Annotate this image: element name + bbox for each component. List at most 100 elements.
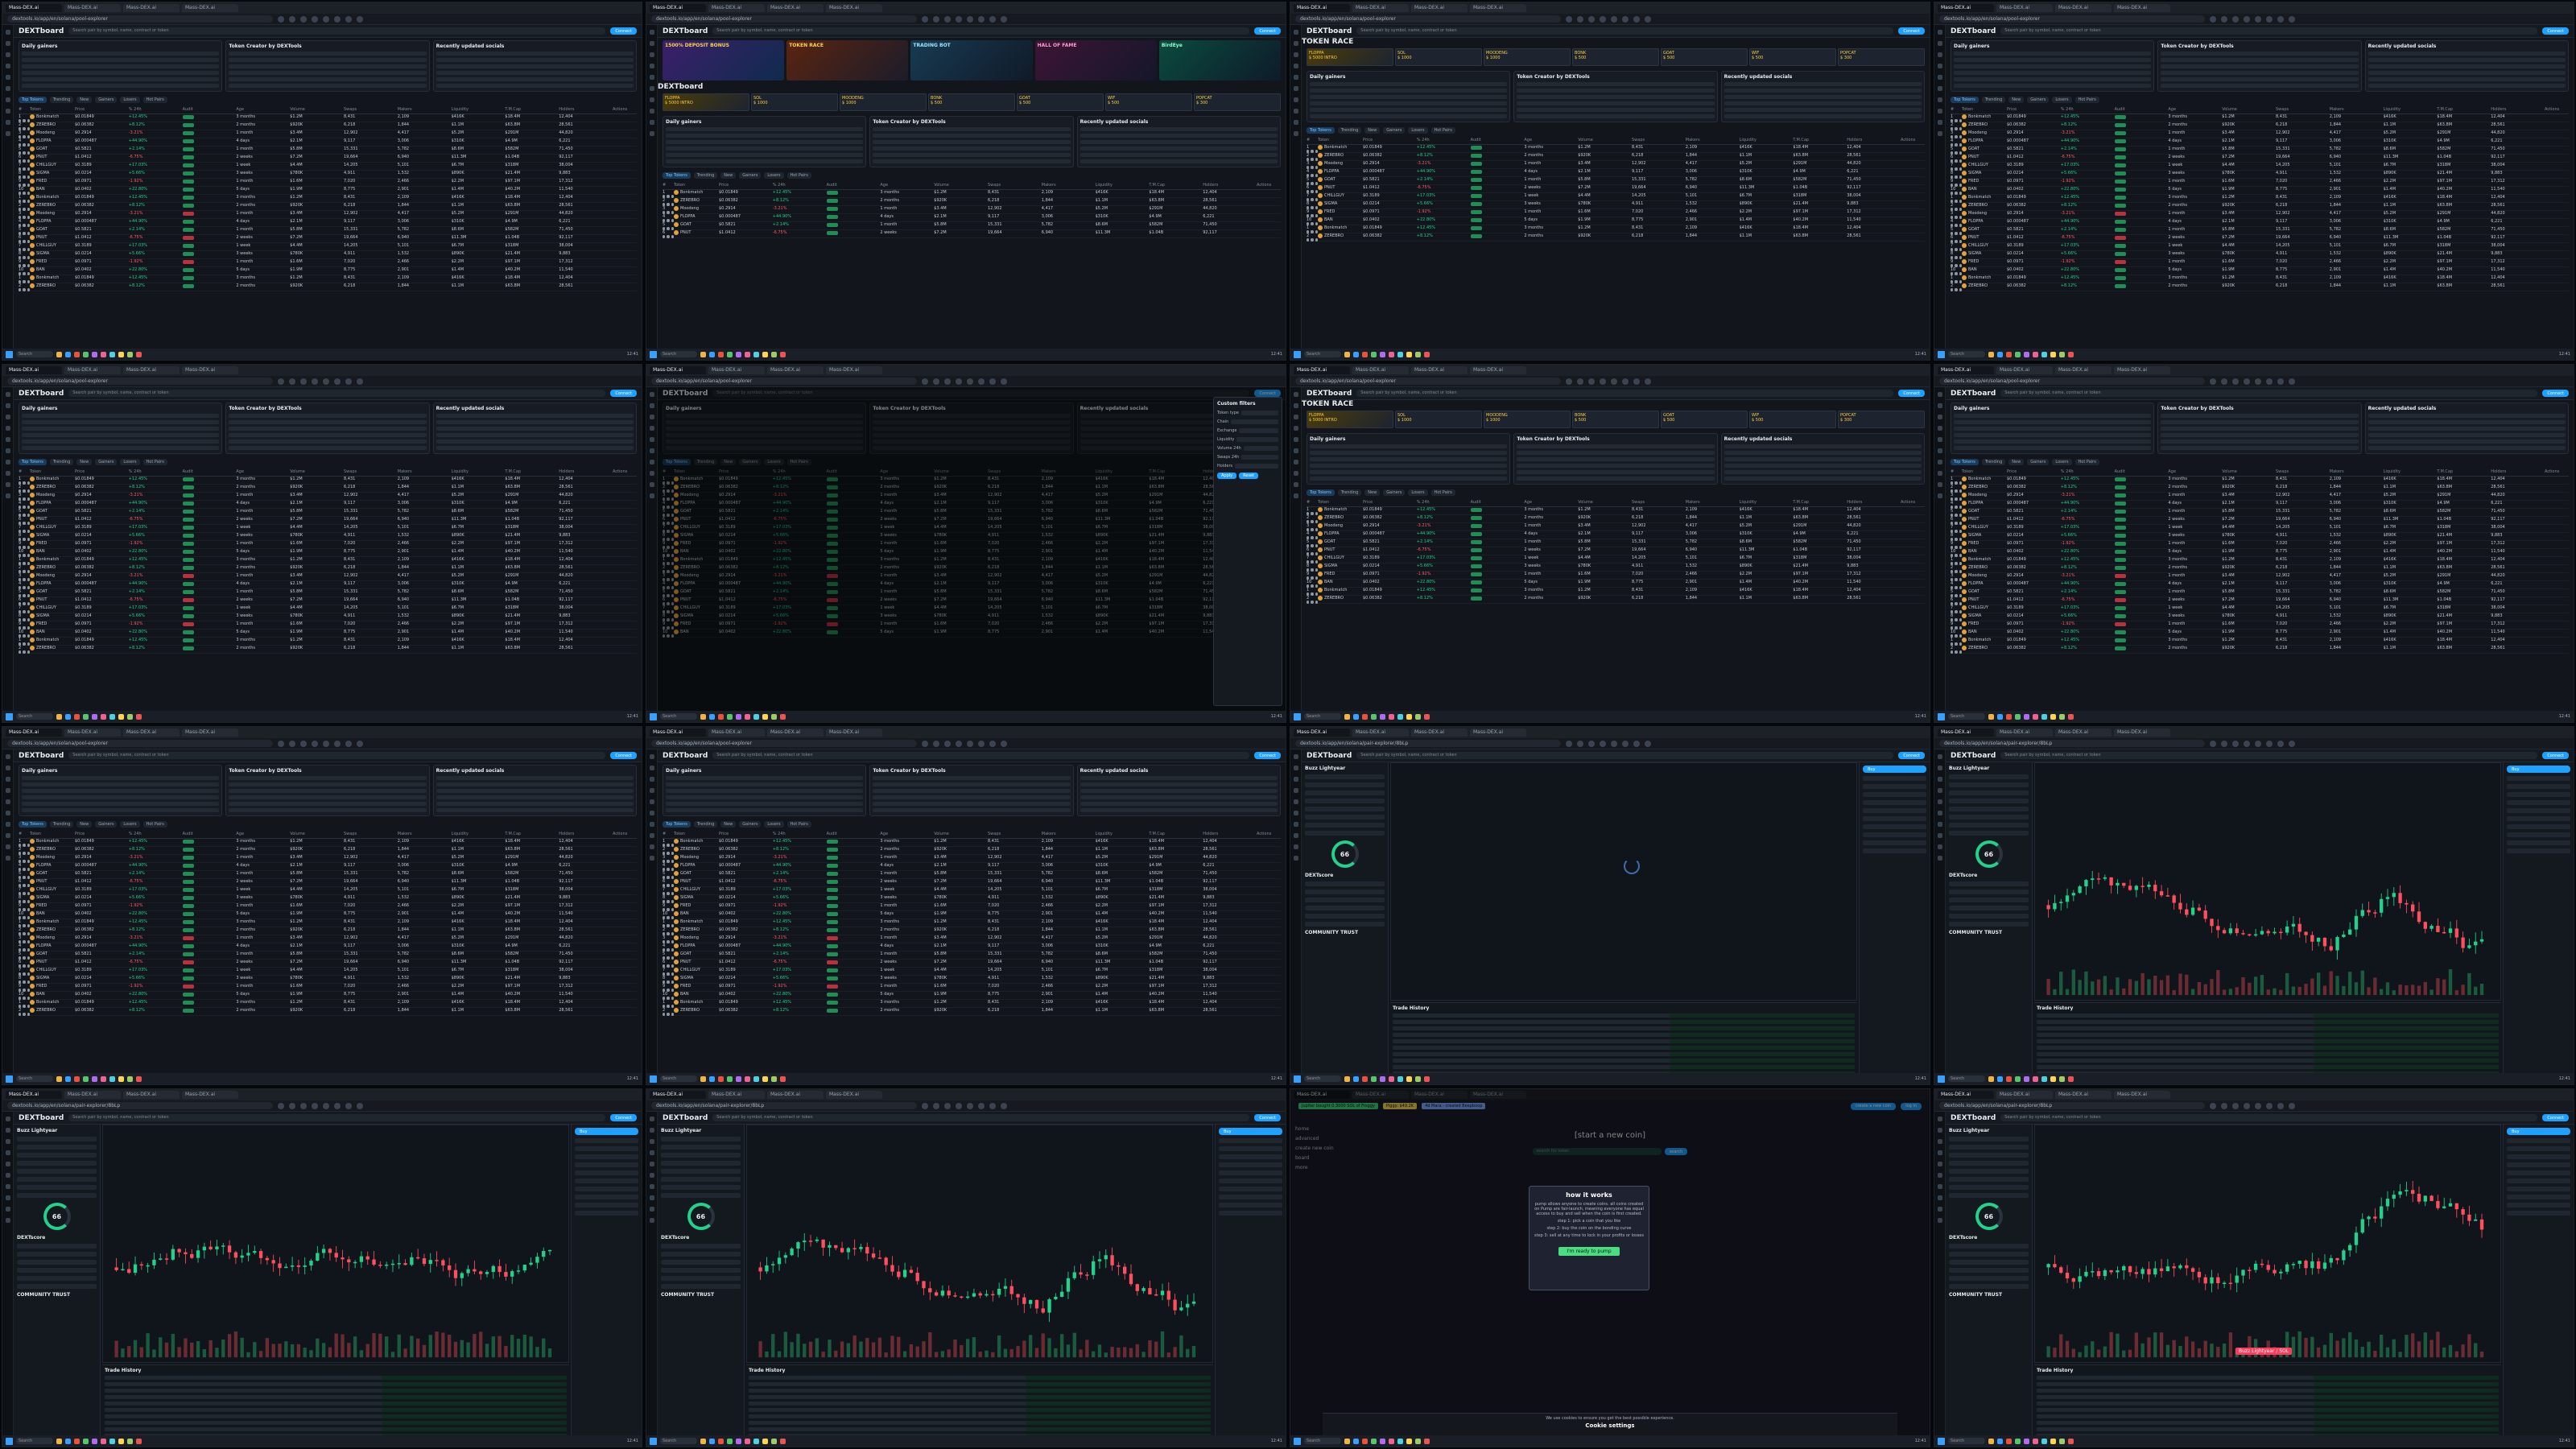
row-action-icon[interactable] — [667, 1013, 670, 1016]
taskbar-search[interactable]: Search — [660, 1075, 697, 1082]
extension-icon[interactable] — [1645, 15, 1651, 23]
audit-badge[interactable] — [182, 911, 194, 916]
rail-nav-icon[interactable] — [1937, 86, 1942, 91]
audit-badge[interactable] — [1470, 161, 1482, 166]
filter-tab[interactable]: Top Tokens — [663, 172, 691, 179]
panel-item[interactable] — [666, 795, 864, 799]
extension-icon[interactable] — [1001, 740, 1007, 747]
table-row[interactable]: 6 PNUT $1.0412 -6.75% 2 weeks $7.2M 19,664 6,94… — [1951, 597, 2569, 605]
rail-nav-icon[interactable] — [1937, 777, 1942, 782]
column-header[interactable]: Actions — [1257, 832, 1281, 836]
pair-search-input[interactable]: Search pair by symbol, name, contract or… — [712, 752, 1250, 759]
extension-icon[interactable] — [1633, 15, 1640, 23]
column-header[interactable]: Audit — [827, 832, 881, 836]
table-row[interactable]: 2 ZEREBRO $0.06382 +8.12% 2 months $920K 6,218… — [19, 203, 637, 211]
panel-item[interactable] — [436, 776, 634, 780]
site-logo[interactable]: DEXTboard — [1307, 390, 1352, 398]
token-cell[interactable]: FLOPPA — [1318, 169, 1363, 174]
token-cell[interactable]: CHILLGUY — [30, 163, 75, 167]
column-header[interactable]: Actions — [1257, 183, 1281, 188]
filter-tab[interactable]: Trending — [49, 459, 74, 465]
audit-badge[interactable] — [826, 198, 838, 203]
token-cell[interactable]: FLOPPA — [30, 581, 75, 586]
column-header[interactable]: Token — [1962, 469, 2007, 474]
browser-tab[interactable]: Mass-DEX.ai — [767, 729, 824, 737]
column-header[interactable]: Audit — [183, 832, 237, 836]
audit-badge[interactable] — [182, 960, 194, 964]
filter-tab[interactable]: Gainers — [739, 172, 762, 179]
table-row[interactable]: 6 PNUT $1.0412 -6.75% 2 weeks $7.2M 19,664 6,94… — [1307, 547, 1925, 555]
table-row[interactable]: 1 Bonkmatch $0.01849 +12.45% 3 months $1.2M 8,… — [19, 477, 637, 485]
token-cell[interactable]: GOAT — [1962, 509, 2007, 514]
token-cell[interactable]: Bonkmatch — [674, 919, 719, 924]
panel-item[interactable] — [229, 782, 427, 786]
race-slot[interactable]: FLOPPA $ 5000 INTRO — [663, 93, 749, 111]
taskbar-app-icon[interactable] — [56, 351, 62, 357]
taskbar-app-icon[interactable] — [1344, 1075, 1350, 1082]
connect-button[interactable]: Connect — [610, 752, 637, 759]
swap-field[interactable] — [1863, 792, 1926, 797]
audit-badge[interactable] — [182, 227, 194, 232]
table-row[interactable]: 8 SIGMA $0.0214 +5.66% 3 weeks $780K 4,911 1,53… — [1307, 201, 1925, 209]
extension-icon[interactable] — [922, 15, 928, 23]
token-cell[interactable]: FLOPPA — [30, 943, 75, 948]
token-cell[interactable]: CHILLGUY — [1962, 243, 2007, 248]
extension-icon[interactable] — [2289, 378, 2295, 385]
filter-tab[interactable]: Gainers — [95, 821, 118, 828]
audit-badge[interactable] — [2114, 155, 2126, 159]
rail-nav-icon[interactable] — [1293, 788, 1298, 793]
column-header[interactable]: Holders — [559, 107, 613, 112]
browser-tab[interactable]: Mass-DEX.ai — [708, 729, 765, 737]
token-cell[interactable]: CHILLGUY — [674, 968, 719, 972]
table-row[interactable]: 7 CHILLGUY $0.3189 +17.03% 1 week $4.4M 14,205… — [1307, 555, 1925, 564]
table-row[interactable]: 3 Moodeng $0.2914 -3.21% 1 month $3.4M 12,902 4… — [663, 935, 1281, 943]
filter-tab[interactable]: Trending — [693, 172, 718, 179]
table-row[interactable]: 5 GOAT $0.5821 +2.14% 1 month $5.8M 15,331 5,78… — [19, 952, 637, 960]
rail-nav-icon[interactable] — [5, 799, 10, 804]
audit-badge[interactable] — [826, 992, 838, 997]
site-logo[interactable]: DEXTboard — [19, 390, 64, 398]
table-row[interactable]: 3 Moodeng $0.2914 -3.21% 1 month $3.4M 12,902 4… — [663, 206, 1281, 214]
audit-badge[interactable] — [182, 533, 194, 538]
panel-item[interactable] — [1517, 114, 1715, 118]
audit-badge[interactable] — [1470, 217, 1482, 222]
token-cell[interactable]: ZEREBRO — [674, 1008, 719, 1013]
table-row[interactable]: 6 PNUT $1.0412 -6.75% 2 weeks $7.2M 19,664 6,94… — [19, 235, 637, 243]
table-row[interactable]: 8 SIGMA $0.0214 +5.66% 3 weeks $780K 4,911 1,53… — [1951, 171, 2569, 179]
start-icon[interactable] — [1938, 350, 1945, 358]
token-cell[interactable]: Bonkmatch — [674, 1000, 719, 1005]
url-input[interactable]: dextools.io/app/en/solana/pool-explorer — [651, 740, 917, 747]
column-header[interactable]: Age — [880, 832, 934, 836]
table-row[interactable]: 4 FLOPPA $0.000487 +44.90% 4 days $2.1M 9,117 3… — [19, 581, 637, 589]
table-row[interactable]: 9 FRED $0.0971 -1.92% 1 month $1.6M 7,020 2,466… — [1307, 572, 1925, 580]
taskbar-app-icon[interactable] — [700, 351, 706, 357]
column-header[interactable]: Actions — [613, 107, 637, 112]
token-cell[interactable]: ZEREBRO — [30, 847, 75, 852]
extension-icon[interactable] — [2266, 378, 2273, 385]
rail-nav-icon[interactable] — [1293, 52, 1298, 57]
column-header[interactable]: Age — [236, 107, 290, 112]
column-header[interactable]: T.M.Cap — [2437, 469, 2491, 474]
audit-badge[interactable] — [2114, 259, 2126, 264]
taskbar-app-icon[interactable] — [1344, 713, 1350, 720]
panel-item[interactable] — [1080, 782, 1278, 786]
panel-item[interactable] — [1724, 95, 1922, 99]
start-icon[interactable] — [6, 350, 13, 358]
token-cell[interactable]: Bonkmatch — [1318, 145, 1363, 150]
table-row[interactable]: 2 ZEREBRO $0.06382 +8.12% 2 months $920K 6,218… — [1307, 233, 1925, 242]
panel-item[interactable] — [22, 77, 220, 81]
audit-badge[interactable] — [826, 222, 838, 227]
table-row[interactable]: 6 PNUT $1.0412 -6.75% 2 weeks $7.2M 19,664 6,94… — [19, 517, 637, 525]
browser-tab[interactable]: Mass-DEX.ai — [1352, 4, 1409, 12]
audit-badge[interactable] — [182, 485, 194, 489]
table-row[interactable]: 1 Bonkmatch $0.01849 +12.45% 3 months $1.2M 8,… — [19, 114, 637, 122]
rail-nav-icon[interactable] — [5, 822, 10, 827]
row-action-icon[interactable] — [1955, 650, 1958, 654]
site-logo[interactable]: DEXTboard — [1307, 752, 1352, 760]
table-row[interactable]: 4 FLOPPA $0.000487 +44.90% 4 days $2.1M 9,117 3… — [19, 863, 637, 871]
token-cell[interactable]: FLOPPA — [1318, 531, 1363, 536]
panel-item[interactable] — [229, 77, 427, 81]
extension-icon[interactable] — [300, 15, 307, 23]
rail-nav-icon[interactable] — [1937, 766, 1942, 770]
extension-icon[interactable] — [357, 15, 363, 23]
